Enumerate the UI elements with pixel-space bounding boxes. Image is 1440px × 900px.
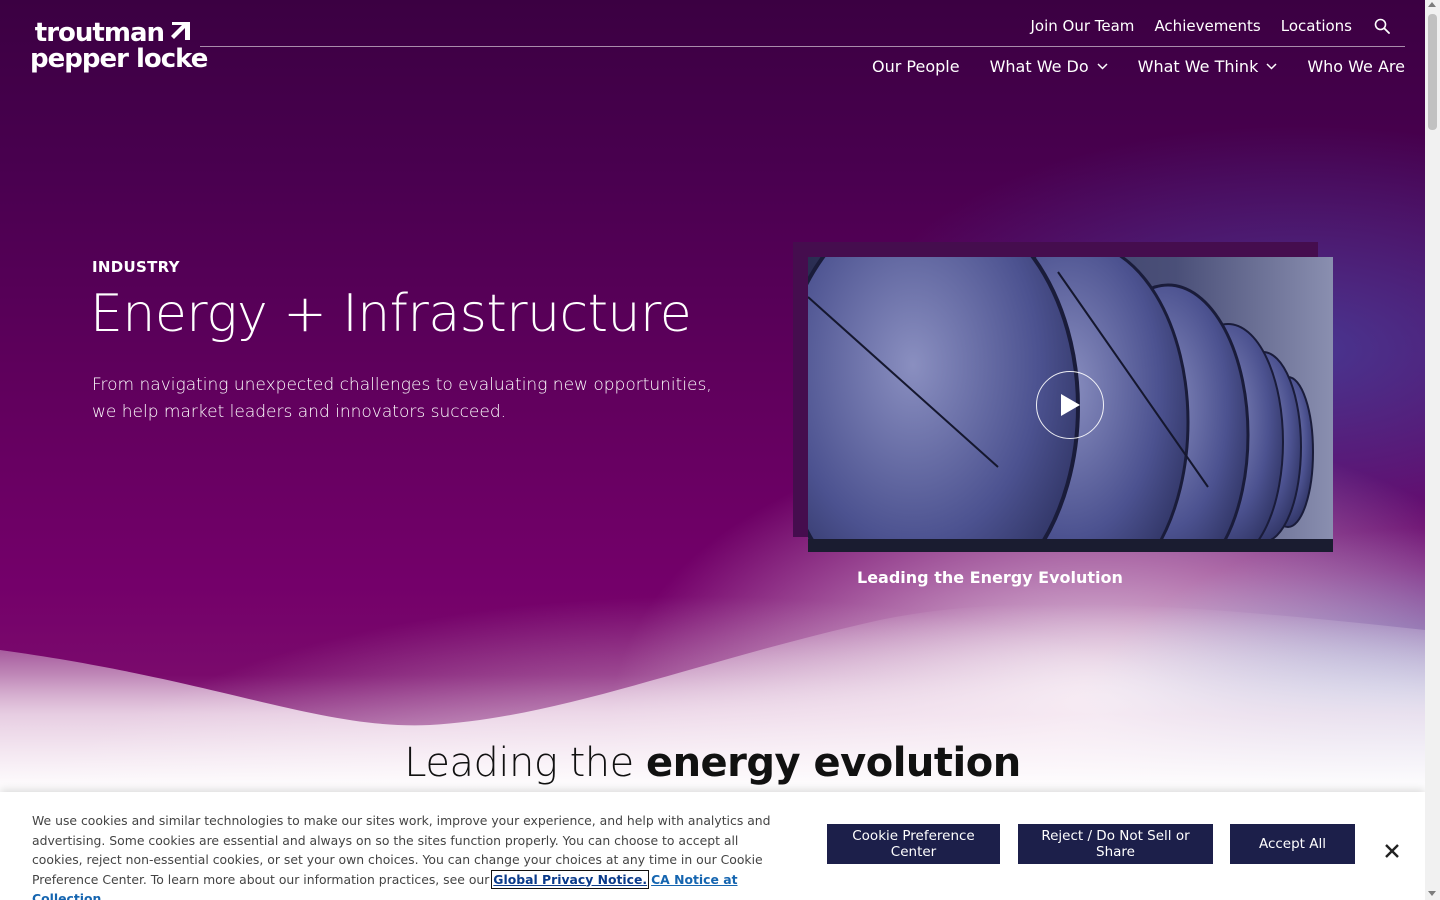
nav-what-we-do[interactable]: What We Do <box>990 57 1108 76</box>
utility-nav: Join Our Team Achievements Locations <box>1030 14 1390 38</box>
video-caption: Leading the Energy Evolution <box>857 568 1123 587</box>
accept-all-button[interactable]: Accept All <box>1230 824 1355 864</box>
nav-our-people-label: Our People <box>872 56 960 76</box>
scrollbar[interactable] <box>1425 0 1440 900</box>
nav-who-we-are[interactable]: Who We Are <box>1307 57 1405 76</box>
scrollbar-thumb[interactable] <box>1428 14 1437 130</box>
section-heading: Leading the energy evolution <box>0 740 1425 786</box>
reject-cookies-button[interactable]: Reject / Do Not Sell or Share <box>1018 824 1213 864</box>
scroll-up-arrow[interactable] <box>1428 2 1436 7</box>
page-title: Energy + Infrastructure <box>90 284 692 344</box>
main-nav: Our People What We Do What We Think Who … <box>872 55 1405 77</box>
nav-achievements[interactable]: Achievements <box>1154 17 1260 35</box>
nav-locations[interactable]: Locations <box>1281 17 1352 35</box>
nav-divider <box>200 46 1405 47</box>
nav-what-we-think[interactable]: What We Think <box>1138 57 1278 76</box>
cookie-preference-button[interactable]: Cookie Preference Center <box>827 824 1000 864</box>
logo-wordmark-bottom: pepper locke <box>30 44 208 74</box>
hero-description: From navigating unexpected challenges to… <box>92 375 712 422</box>
scroll-down-arrow[interactable] <box>1428 891 1436 896</box>
cookie-text: We use cookies and similar technologies … <box>32 811 787 900</box>
section-heading-light: Leading the <box>404 740 646 786</box>
logo-arrow-icon <box>171 22 190 40</box>
play-icon <box>1061 394 1080 416</box>
play-button[interactable] <box>1036 371 1104 439</box>
search-icon[interactable] <box>1374 18 1390 34</box>
cookie-banner: We use cookies and similar technologies … <box>0 792 1425 900</box>
nav-what-we-do-label: What We Do <box>989 56 1089 76</box>
hero-eyebrow: INDUSTRY <box>92 258 180 276</box>
nav-our-people[interactable]: Our People <box>872 57 960 76</box>
chevron-down-icon <box>1097 62 1108 70</box>
close-icon[interactable] <box>1383 842 1401 860</box>
privacy-notice-link[interactable]: Global Privacy Notice. <box>491 869 650 889</box>
page: troutman pepper locke Join Our Team Achi… <box>0 0 1425 900</box>
section-heading-bold: energy evolution <box>645 740 1021 786</box>
nav-who-we-are-label: Who We Are <box>1307 56 1405 76</box>
nav-join-our-team[interactable]: Join Our Team <box>1030 17 1134 35</box>
nav-what-we-think-label: What We Think <box>1137 56 1259 76</box>
chevron-down-icon <box>1266 62 1277 70</box>
firm-logo[interactable]: troutman pepper locke <box>30 18 208 74</box>
